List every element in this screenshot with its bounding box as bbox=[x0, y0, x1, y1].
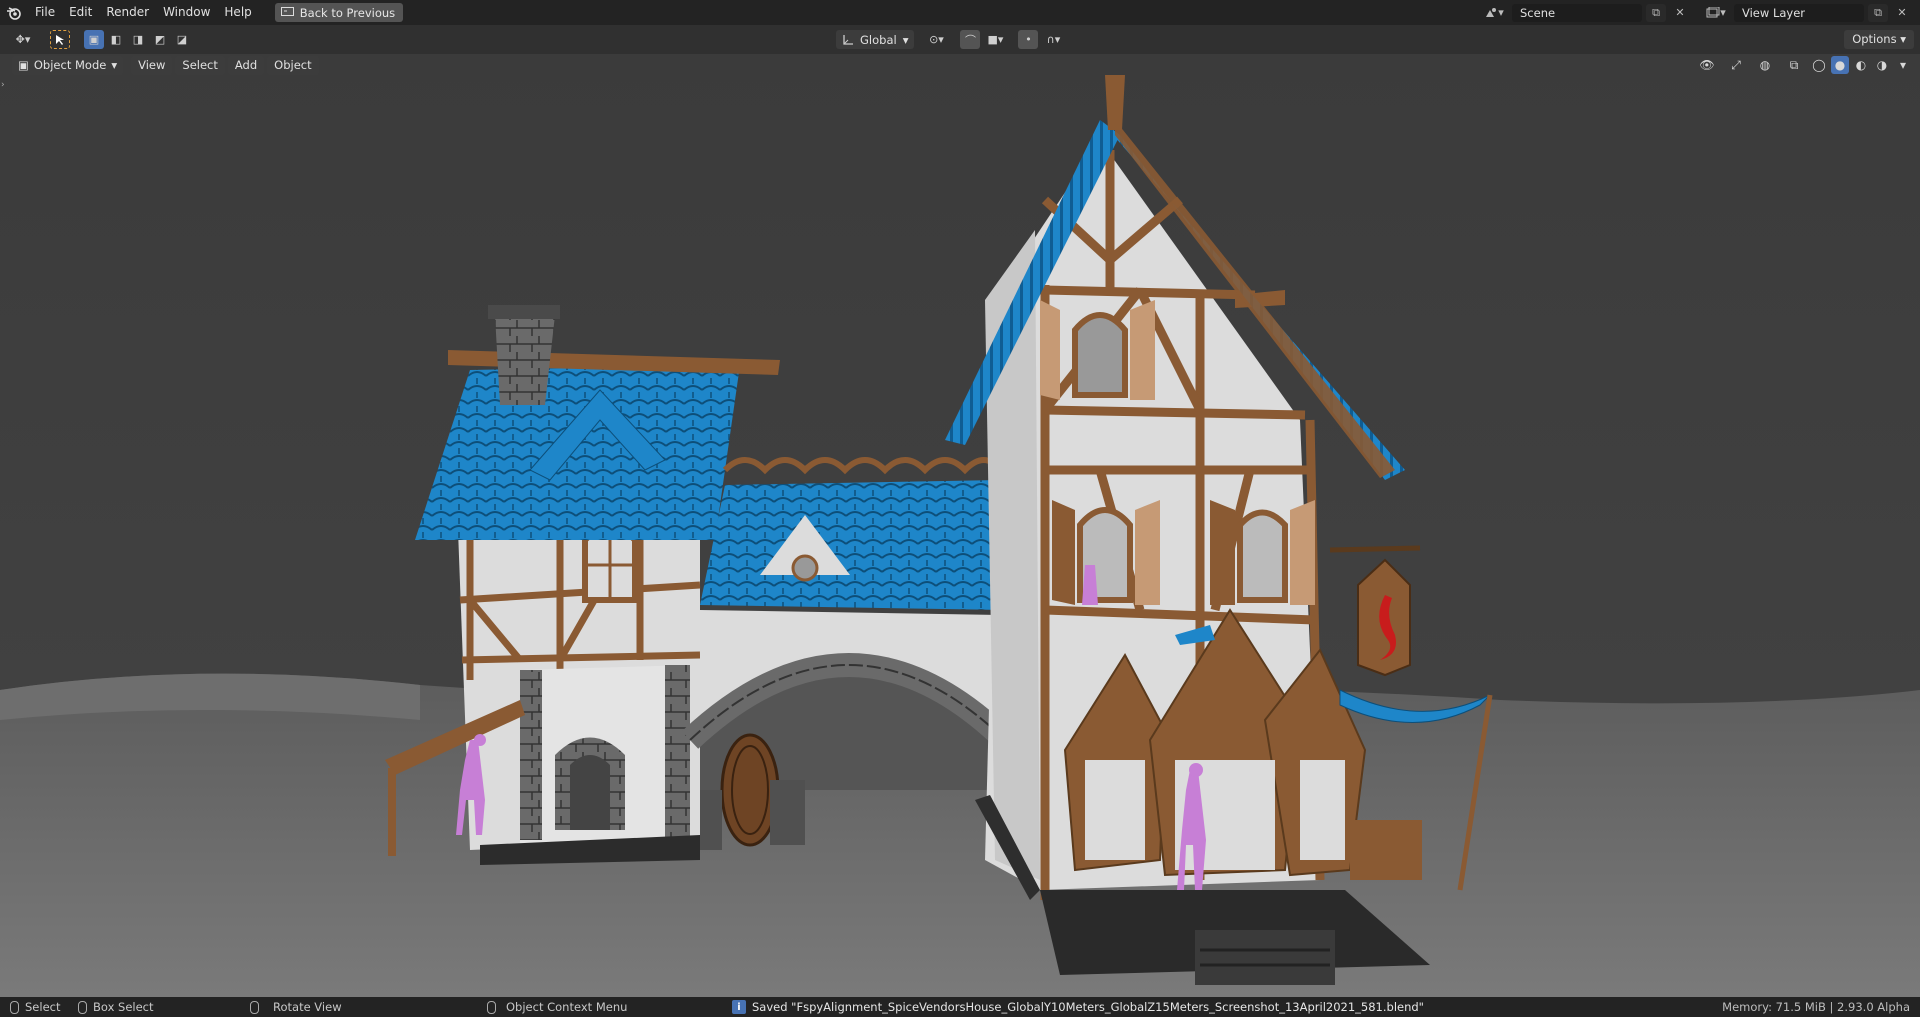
box-select-subtract-icon[interactable]: ◨ bbox=[128, 30, 148, 49]
viewport-menu-object[interactable]: Object bbox=[267, 55, 319, 75]
box-select-extend-icon[interactable]: ◧ bbox=[106, 30, 126, 49]
viewport-header: ▣ Object Mode ▾ View Select Add Object 👁… bbox=[0, 54, 1920, 76]
status-report[interactable]: i Saved "FspyAlignment_SpiceVendorsHouse… bbox=[732, 1000, 1424, 1014]
mouse-drag-icon bbox=[78, 1000, 87, 1014]
object-mode-label: Object Mode bbox=[33, 58, 107, 72]
status-context-hint: Object Context Menu bbox=[487, 1000, 627, 1014]
menu-help[interactable]: Help bbox=[217, 0, 258, 25]
xray-toggle-icon[interactable]: ⧉ bbox=[1785, 56, 1803, 74]
status-box-select-hint: Box Select bbox=[78, 1000, 154, 1014]
status-bar: Select Box Select Rotate View Object Con… bbox=[0, 997, 1920, 1017]
snap-target-icon[interactable]: ■▾ bbox=[982, 30, 1008, 49]
screen-icon bbox=[280, 7, 294, 16]
wireframe-shading-icon[interactable]: ◯ bbox=[1810, 56, 1828, 74]
solid-shading-icon[interactable]: ● bbox=[1831, 56, 1849, 74]
shading-options-icon[interactable]: ▾ bbox=[1894, 56, 1912, 74]
rendered-shading-icon[interactable]: ◑ bbox=[1873, 56, 1891, 74]
options-dropdown[interactable]: Options ▾ bbox=[1844, 30, 1914, 49]
back-to-previous-label: Back to Previous bbox=[299, 5, 396, 20]
snap-toggle-icon[interactable]: ⌒ bbox=[960, 30, 981, 49]
new-scene-icon[interactable]: ⧉ bbox=[1646, 3, 1666, 22]
delete-scene-icon[interactable]: ✕ bbox=[1670, 4, 1690, 22]
view-layer-field[interactable]: View Layer bbox=[1734, 3, 1864, 22]
box-select-invert-icon[interactable]: ◩ bbox=[150, 30, 170, 49]
status-select-label: Select bbox=[25, 1000, 61, 1014]
menu-window[interactable]: Window bbox=[156, 0, 217, 25]
new-view-layer-icon[interactable]: ⧉ bbox=[1868, 3, 1888, 22]
mouse-right-icon bbox=[487, 1000, 496, 1014]
status-rotate-hint: Rotate View bbox=[250, 1000, 342, 1014]
memory-version-info: Memory: 71.5 MiB | 2.93.0 Alpha bbox=[1722, 1000, 1910, 1014]
view-layer-selector-icon[interactable]: ▾ bbox=[1702, 4, 1730, 22]
menu-render[interactable]: Render bbox=[99, 0, 156, 25]
status-box-select-label: Box Select bbox=[93, 1000, 154, 1014]
mouse-middle-icon bbox=[250, 1000, 259, 1014]
chevron-down-icon: ▾ bbox=[111, 58, 118, 72]
3d-scene-render bbox=[0, 54, 1920, 997]
select-tool-icon[interactable] bbox=[50, 30, 70, 49]
status-rotate-label: Rotate View bbox=[273, 1000, 342, 1014]
viewport-menu-add[interactable]: Add bbox=[227, 55, 265, 75]
options-label: Options bbox=[1852, 32, 1897, 46]
menu-file[interactable]: File bbox=[28, 0, 62, 25]
scene-name-field[interactable]: Scene bbox=[1512, 3, 1642, 22]
proportional-falloff-icon[interactable]: ∩▾ bbox=[1040, 30, 1066, 49]
status-context-label: Object Context Menu bbox=[506, 1000, 628, 1014]
object-mode-dropdown[interactable]: ▣ Object Mode ▾ bbox=[12, 55, 124, 75]
overlay-toggle-icon[interactable]: ◍ bbox=[1756, 56, 1774, 74]
chevron-down-icon: ▾ bbox=[902, 32, 909, 47]
status-select-hint: Select bbox=[10, 1000, 60, 1014]
pivot-point-icon[interactable]: ⊙▾ bbox=[922, 30, 950, 49]
viewport-menu-select[interactable]: Select bbox=[175, 55, 225, 75]
tool-header: ✥▾ ▣ ◧ ◨ ◩ ◪ Global ▾ ⊙▾ ⌒ ■▾ • ∩▾ Optio… bbox=[0, 25, 1920, 54]
viewport-menu-view[interactable]: View bbox=[131, 55, 173, 75]
menu-edit[interactable]: Edit bbox=[62, 0, 99, 25]
saved-message: Saved "FspyAlignment_SpiceVendorsHouse_G… bbox=[752, 1000, 1424, 1014]
transform-orientation-label: Global bbox=[860, 32, 897, 47]
top-menu-bar: File Edit Render Window Help Back to Pre… bbox=[0, 0, 1920, 25]
delete-view-layer-icon[interactable]: ✕ bbox=[1892, 4, 1912, 22]
info-icon: i bbox=[732, 1000, 746, 1014]
toolbar-expand-arrow-icon[interactable]: › bbox=[1, 80, 5, 90]
transform-orientation-dropdown[interactable]: Global ▾ bbox=[836, 30, 915, 49]
object-mode-icon: ▣ bbox=[18, 58, 29, 72]
visibility-eye-icon[interactable]: 👁 bbox=[1698, 56, 1716, 74]
3d-viewport[interactable]: ▣ Object Mode ▾ View Select Add Object 👁… bbox=[0, 54, 1920, 997]
blender-logo-icon[interactable] bbox=[0, 0, 28, 25]
material-shading-icon[interactable]: ◐ bbox=[1852, 56, 1870, 74]
proportional-edit-icon[interactable]: • bbox=[1018, 30, 1039, 49]
axis-icon bbox=[843, 34, 853, 45]
back-to-previous-button[interactable]: Back to Previous bbox=[274, 3, 404, 22]
gizmo-toggle-icon[interactable]: ⤢ bbox=[1727, 56, 1745, 74]
box-select-new-icon[interactable]: ▣ bbox=[84, 30, 104, 49]
editor-type-icon[interactable]: ✥▾ bbox=[8, 30, 38, 49]
box-select-intersect-icon[interactable]: ◪ bbox=[172, 30, 192, 49]
mouse-left-icon bbox=[10, 1000, 19, 1014]
scene-selector-icon[interactable]: ▾ bbox=[1480, 4, 1508, 22]
